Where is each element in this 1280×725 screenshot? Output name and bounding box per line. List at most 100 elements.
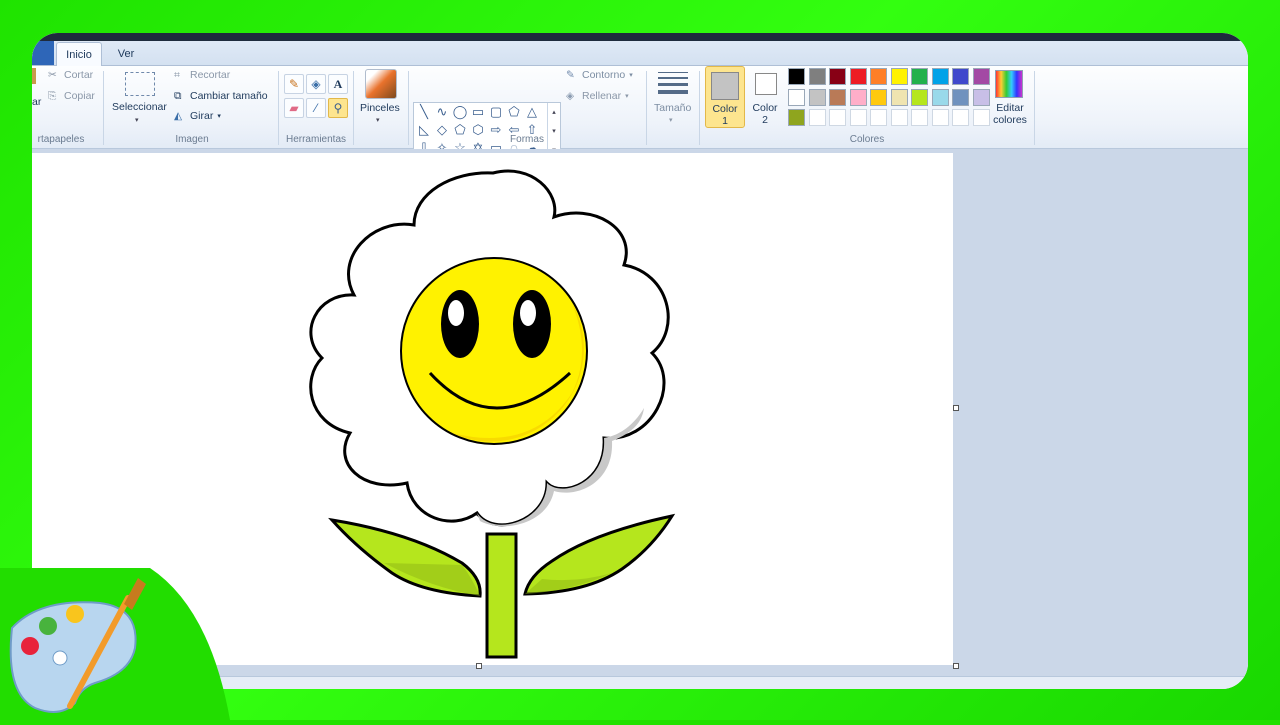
separator [103, 71, 104, 145]
color-swatch[interactable] [808, 68, 826, 85]
eraser-icon[interactable]: ▰ [284, 98, 304, 118]
color-swatch[interactable] [931, 68, 949, 85]
edit-colors-label: Editar [996, 102, 1024, 114]
paste-label: ar [32, 96, 42, 108]
color-swatch[interactable] [890, 88, 908, 106]
resize-handle-bottom[interactable] [476, 663, 482, 669]
file-menu-button[interactable] [32, 41, 54, 65]
scissors-icon: ✂ [48, 69, 57, 81]
color-picker-icon[interactable]: ⁄ [306, 98, 326, 118]
color2-label: Color [752, 102, 778, 114]
tab-inicio[interactable]: Inicio [56, 42, 102, 66]
title-bar [32, 33, 1248, 41]
color-swatch[interactable] [911, 88, 928, 106]
magnifier-icon[interactable]: ⚲ [328, 98, 348, 118]
oval-shape-icon[interactable]: ◯ [452, 104, 468, 120]
color2-number: 2 [762, 114, 768, 126]
size-label: Tamaño [654, 102, 692, 114]
rotate-icon: ◭ [174, 110, 183, 122]
paste-icon [32, 68, 36, 84]
triangle-shape-icon[interactable]: △ [524, 104, 540, 120]
edit-colors-button[interactable]: Editar colores [988, 102, 1032, 126]
color-swatch[interactable] [808, 88, 826, 106]
color-swatch[interactable] [972, 88, 990, 106]
outline-label: Contorno [582, 69, 626, 81]
color-swatch[interactable] [788, 109, 805, 126]
image-group-label: Imagen [175, 134, 209, 145]
resize-icon: ⧉ [174, 90, 182, 102]
crop-label: Recortar [190, 69, 231, 81]
brush-icon [365, 69, 397, 99]
line-shape-icon[interactable]: ╲ [416, 104, 432, 120]
color1-button[interactable]: Color 1 [705, 66, 745, 128]
select-icon [125, 72, 155, 96]
pencil-icon[interactable]: ✎ [284, 74, 304, 94]
crop-button[interactable]: ⌗ Recortar [174, 69, 230, 81]
resize-handle-right[interactable] [953, 405, 959, 411]
resize-handle-corner[interactable] [953, 663, 959, 669]
cut-button[interactable]: ✂ Cortar [48, 69, 93, 81]
rotate-button[interactable]: ◭ Girar ▾ [174, 110, 221, 122]
resize-button[interactable]: ⧉ Cambiar tamaño [174, 90, 268, 102]
clipboard-group-label: rtapapeles [37, 134, 85, 145]
color-swatch[interactable] [911, 68, 928, 85]
diamond-shape-icon[interactable]: ◇ [434, 122, 450, 138]
brushes-dropdown-icon[interactable]: ▾ [376, 116, 380, 124]
fill-icon[interactable]: ◈ [306, 74, 326, 94]
color-swatch[interactable] [849, 68, 867, 85]
pentagon-shape-icon[interactable]: ⬠ [452, 122, 468, 138]
rotate-dropdown-icon: ▾ [217, 113, 221, 120]
copy-label: Copiar [64, 90, 95, 102]
color-swatch[interactable] [890, 68, 908, 85]
color-swatch[interactable] [911, 109, 928, 126]
tab-ver[interactable]: Ver [108, 42, 144, 65]
color-swatch[interactable] [788, 88, 805, 106]
color-swatch[interactable] [870, 88, 887, 106]
tools-group-label: Herramientas [285, 134, 347, 145]
rounded-rectangle-shape-icon[interactable]: ▢ [488, 104, 504, 120]
select-dropdown-icon[interactable]: ▾ [135, 116, 139, 124]
paint-logo [0, 568, 230, 720]
stem [485, 532, 518, 659]
color-swatch[interactable] [952, 88, 969, 106]
ribbon-tabs: Inicio Ver [32, 41, 1248, 66]
paste-button[interactable]: ar [32, 96, 41, 108]
color-swatch[interactable] [931, 109, 949, 126]
color1-label: Color [712, 103, 738, 115]
color-swatch[interactable] [952, 68, 969, 85]
color-swatch[interactable] [972, 68, 990, 85]
color-swatch[interactable] [890, 109, 908, 126]
color-swatch[interactable] [849, 88, 867, 106]
text-icon[interactable]: A [328, 74, 348, 94]
color-swatch[interactable] [829, 88, 846, 106]
color-swatch[interactable] [808, 109, 826, 126]
fill-shape-button[interactable]: ◈ Rellenar ▾ [566, 90, 629, 102]
curve-shape-icon[interactable]: ∿ [434, 104, 450, 120]
brushes-label: Pinceles [360, 102, 400, 114]
color-swatch[interactable] [931, 88, 949, 106]
color-swatch[interactable] [849, 109, 867, 126]
color2-button[interactable]: Color 2 [746, 66, 784, 126]
color-swatch[interactable] [952, 109, 969, 126]
separator [353, 71, 354, 145]
color-swatch[interactable] [829, 68, 846, 85]
color1-swatch [711, 72, 739, 100]
select-button[interactable]: Seleccionar [112, 101, 167, 113]
outline-button[interactable]: ✎ Contorno ▾ [566, 69, 633, 81]
size-button[interactable]: Tamaño [654, 102, 691, 114]
separator [1034, 71, 1035, 145]
polygon-shape-icon[interactable]: ⬠ [506, 104, 522, 120]
fill-dropdown-icon: ▾ [625, 93, 629, 100]
rectangle-shape-icon[interactable]: ▭ [470, 104, 486, 120]
hexagon-shape-icon[interactable]: ⬡ [470, 122, 486, 138]
size-dropdown-icon[interactable]: ▾ [669, 116, 673, 124]
brushes-button[interactable]: Pinceles [360, 102, 400, 114]
color-swatch[interactable] [972, 109, 990, 126]
color-swatch[interactable] [788, 68, 805, 85]
copy-button[interactable]: ⎘ Copiar [48, 90, 95, 102]
color-swatch[interactable] [870, 109, 887, 126]
color-swatch[interactable] [829, 109, 846, 126]
right-triangle-shape-icon[interactable]: ◺ [416, 122, 432, 138]
color-swatch[interactable] [870, 68, 887, 85]
select-label: Seleccionar [112, 101, 167, 113]
